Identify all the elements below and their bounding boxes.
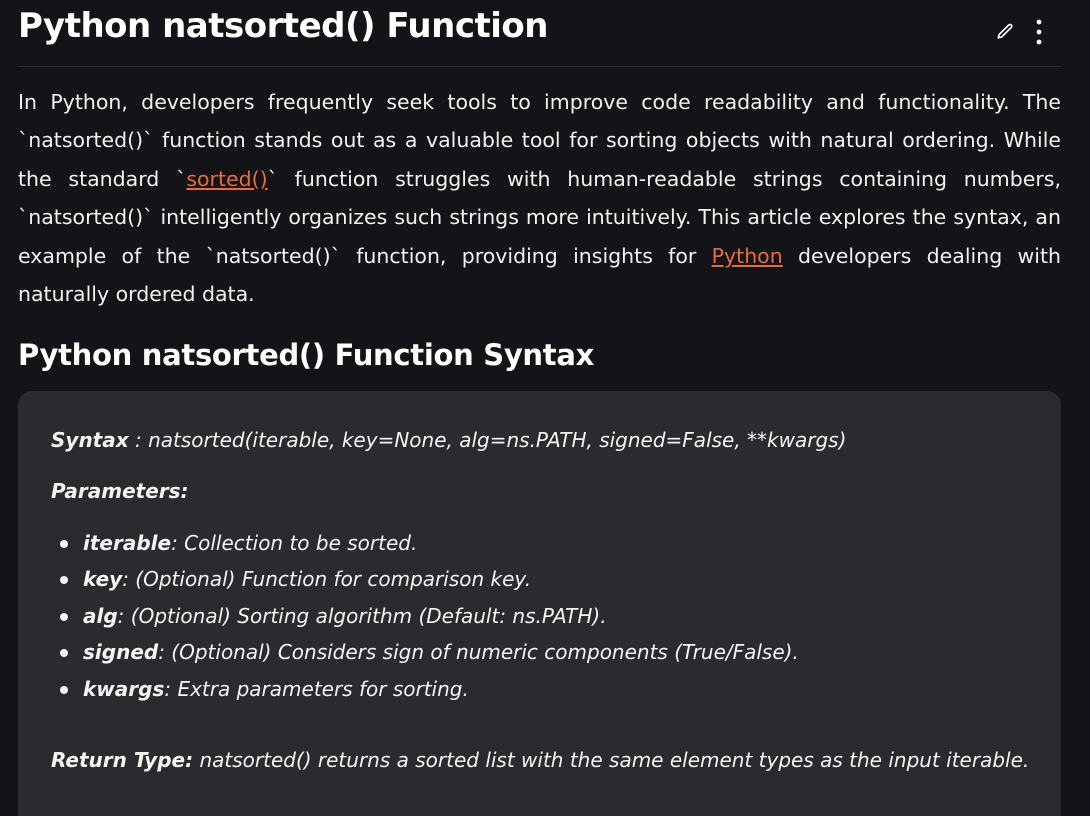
bullet-icon xyxy=(60,612,68,621)
list-item: alg: (Optional) Sorting algorithm (Defau… xyxy=(51,598,1031,634)
more-vertical-icon[interactable] xyxy=(1027,18,1051,46)
syntax-content: Syntax : natsorted(iterable, key=None, a… xyxy=(51,423,1031,779)
return-label: Return Type: xyxy=(51,748,194,773)
list-item: kwargs: Extra parameters for sorting. xyxy=(51,671,1031,707)
intro-paragraph: In Python, developers frequently seek to… xyxy=(18,83,1061,313)
title-actions xyxy=(993,18,1051,46)
syntax-value: : natsorted(iterable, key=None, alg=ns.P… xyxy=(128,428,847,452)
list-item: key: (Optional) Function for comparison … xyxy=(51,561,1031,597)
parameters-list: iterable: Collection to be sorted. key: … xyxy=(51,525,1031,707)
parameters-label: Parameters: xyxy=(51,479,189,503)
page-title: Python natsorted() Function xyxy=(18,6,548,46)
syntax-heading: Python natsorted() Function Syntax xyxy=(18,338,595,373)
param-desc: : (Optional) Function for comparison key… xyxy=(122,567,532,592)
return-type-line: Return Type: natsorted() returns a sorte… xyxy=(51,741,1031,779)
param-name: alg xyxy=(83,603,118,628)
bullet-icon xyxy=(60,576,68,585)
param-desc: : (Optional) Sorting algorithm (Default:… xyxy=(117,603,607,628)
param-name: iterable xyxy=(83,531,172,555)
pencil-icon[interactable] xyxy=(993,18,1017,46)
bullet-icon xyxy=(60,540,68,548)
param-desc: : Extra parameters for sorting. xyxy=(164,676,469,701)
param-name: signed xyxy=(83,640,159,665)
bullet-icon xyxy=(60,649,68,658)
article: Python natsorted() Function In Python, d… xyxy=(18,0,1061,375)
list-item: iterable: Collection to be sorted. xyxy=(51,525,1031,561)
sorted-link[interactable]: sorted() xyxy=(186,167,267,191)
list-item: signed: (Optional) Considers sign of num… xyxy=(51,634,1031,670)
syntax-box: Syntax : natsorted(iterable, key=None, a… xyxy=(18,391,1061,816)
syntax-line: Syntax : natsorted(iterable, key=None, a… xyxy=(51,423,1031,457)
syntax-label: Syntax xyxy=(51,428,129,452)
param-desc: : Collection to be sorted. xyxy=(171,531,418,555)
bullet-icon xyxy=(60,685,68,694)
param-name: key xyxy=(83,567,123,592)
title-row: Python natsorted() Function xyxy=(18,0,1061,67)
python-link[interactable]: Python xyxy=(712,244,783,268)
param-desc: : (Optional) Considers sign of numeric c… xyxy=(158,640,799,665)
return-value: natsorted() returns a sorted list with t… xyxy=(193,748,1030,773)
param-name: kwargs xyxy=(83,676,165,701)
